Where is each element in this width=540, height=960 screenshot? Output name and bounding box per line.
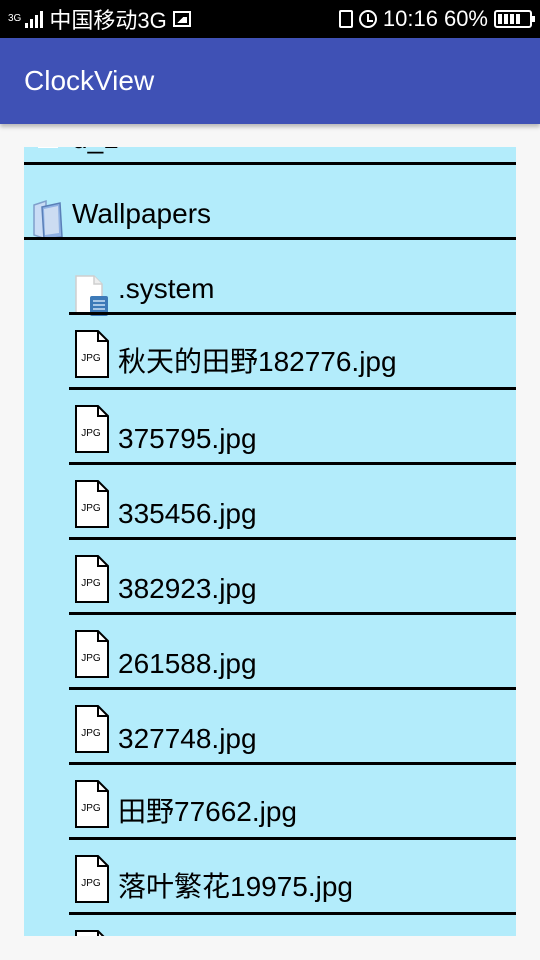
- tree-row-file[interactable]: .system: [24, 240, 516, 316]
- folder-icon: [38, 147, 58, 148]
- tree-item-label: 落叶繁花19975.jpg: [118, 871, 354, 902]
- battery-icon: [494, 10, 535, 28]
- tree-row-file[interactable]: JPG 落叶繁花19975.jpg: [24, 840, 516, 915]
- alarm-icon: [358, 10, 377, 28]
- jpg-file-icon: JPG: [75, 555, 109, 603]
- svg-text:JPG: JPG: [81, 803, 101, 814]
- tree-row-file[interactable]: JPG 秋天的田野182776.jpg: [24, 315, 516, 390]
- tree-item-label: Wallpapers: [72, 198, 212, 229]
- svg-text:JPG: JPG: [81, 878, 101, 889]
- jpg-file-icon: JPG: [75, 780, 109, 828]
- tree-item-label: 327748.jpg: [118, 723, 257, 754]
- tree-item-label: 秋天的田野182776.jpg: [118, 346, 397, 377]
- jpg-file-icon: JPG: [75, 630, 109, 678]
- tree-row-folder[interactable]: Wallpapers: [24, 165, 516, 241]
- jpg-file-icon: JPG: [75, 705, 109, 753]
- tree-row-file[interactable]: JPG 382923.jpg: [24, 540, 516, 615]
- vibrate-icon: [338, 10, 353, 28]
- tree-item-label: 田野77662.jpg: [118, 796, 298, 827]
- jpg-file-icon: JPG: [75, 405, 109, 453]
- signal-icon: [25, 10, 44, 28]
- svg-text:JPG: JPG: [81, 428, 101, 439]
- svg-text:JPG: JPG: [81, 728, 101, 739]
- tree-item-label: 335456.jpg: [118, 498, 257, 529]
- tree-row-partial-bottom[interactable]: JPG: [24, 915, 516, 936]
- svg-text:JPG: JPG: [81, 503, 101, 514]
- status-bar-left: 3G 中国移动3G: [8, 3, 191, 35]
- status-bar: 3G 中国移动3G 10:16 60%: [0, 0, 540, 38]
- tree-item-label: .system: [118, 273, 215, 304]
- folder-icon: [33, 199, 63, 241]
- tree-row-partial[interactable]: d_1: [24, 147, 516, 165]
- file-tree[interactable]: d_1 Wallpapers .system JPG 秋天的田野182776.j…: [24, 147, 516, 936]
- jpg-file-icon: JPG: [75, 855, 109, 903]
- tree-row-file[interactable]: JPG 375795.jpg: [24, 390, 516, 465]
- carrier-label: 中国移动3G: [49, 8, 167, 33]
- tree-row-file[interactable]: JPG 261588.jpg: [24, 615, 516, 690]
- app-title: ClockView: [24, 65, 155, 96]
- app-bar: ClockView: [0, 38, 540, 124]
- jpg-file-icon: JPG: [75, 930, 105, 936]
- tree-row-file[interactable]: JPG 335456.jpg: [24, 465, 516, 540]
- svg-text:JPG: JPG: [81, 578, 101, 589]
- status-bar-right: 10:16 60%: [338, 6, 535, 32]
- network-type-small: 3G: [8, 13, 22, 24]
- tree-row-file[interactable]: JPG 327748.jpg: [24, 690, 516, 765]
- clock: 10:16: [382, 6, 438, 31]
- tree-item-label: 382923.jpg: [118, 573, 257, 604]
- tree-item-label: 261588.jpg: [118, 648, 257, 679]
- jpg-file-icon: JPG: [75, 480, 109, 528]
- image-notification-icon: [172, 11, 191, 27]
- svg-text:JPG: JPG: [81, 653, 101, 664]
- jpg-file-icon: JPG: [75, 330, 109, 378]
- tree-item-label: 375795.jpg: [118, 423, 257, 454]
- battery-percent: 60%: [443, 6, 488, 31]
- svg-text:JPG: JPG: [81, 353, 101, 364]
- tree-row-file[interactable]: JPG 田野77662.jpg: [24, 765, 516, 840]
